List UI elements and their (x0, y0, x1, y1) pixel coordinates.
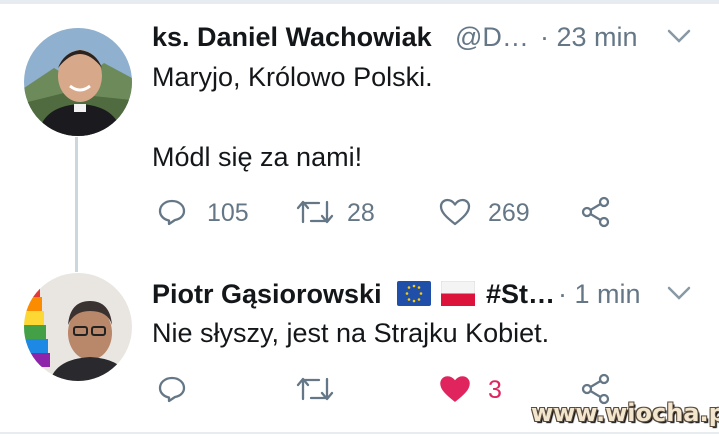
tweet-time[interactable]: · 23 min (540, 22, 638, 53)
avatar[interactable] (24, 273, 132, 381)
author-handle[interactable]: @D… (455, 22, 529, 53)
top-divider (0, 0, 719, 4)
tweet-text-line-1: Maryjo, Królowo Polski. (152, 62, 433, 92)
like-count[interactable]: 269 (488, 199, 530, 228)
reply-count[interactable]: 105 (207, 199, 249, 228)
bottom-divider (0, 432, 719, 434)
chevron-down-icon[interactable] (666, 26, 692, 51)
like-count[interactable]: 3 (488, 376, 502, 405)
chevron-down-icon[interactable] (666, 283, 692, 308)
author-name[interactable]: ks. Daniel Wachowiak (152, 22, 432, 53)
tweet-text-line-1: Nie słyszy, jest na Strajku Kobiet. (152, 318, 550, 348)
eu-flag-icon (397, 281, 431, 311)
tweet-time[interactable]: · 1 min (558, 279, 641, 310)
author-handle[interactable]: #St… (486, 279, 555, 310)
heart-icon[interactable] (438, 197, 472, 232)
poland-flag-icon (440, 280, 476, 311)
reply-icon[interactable] (157, 197, 187, 232)
tweet-text-line-2: Módl się za nami! (152, 142, 363, 172)
retweet-icon[interactable] (295, 375, 335, 408)
watermark: www.wiocha.pl (531, 399, 719, 427)
author-name[interactable]: Piotr Gąsiorowski (152, 279, 382, 310)
thread-line (75, 137, 78, 272)
heart-icon[interactable] (438, 374, 472, 409)
retweet-icon[interactable] (295, 198, 335, 231)
reply-icon[interactable] (157, 374, 187, 409)
retweet-count[interactable]: 28 (347, 199, 375, 228)
share-icon[interactable] (580, 196, 612, 233)
avatar[interactable] (24, 28, 132, 136)
